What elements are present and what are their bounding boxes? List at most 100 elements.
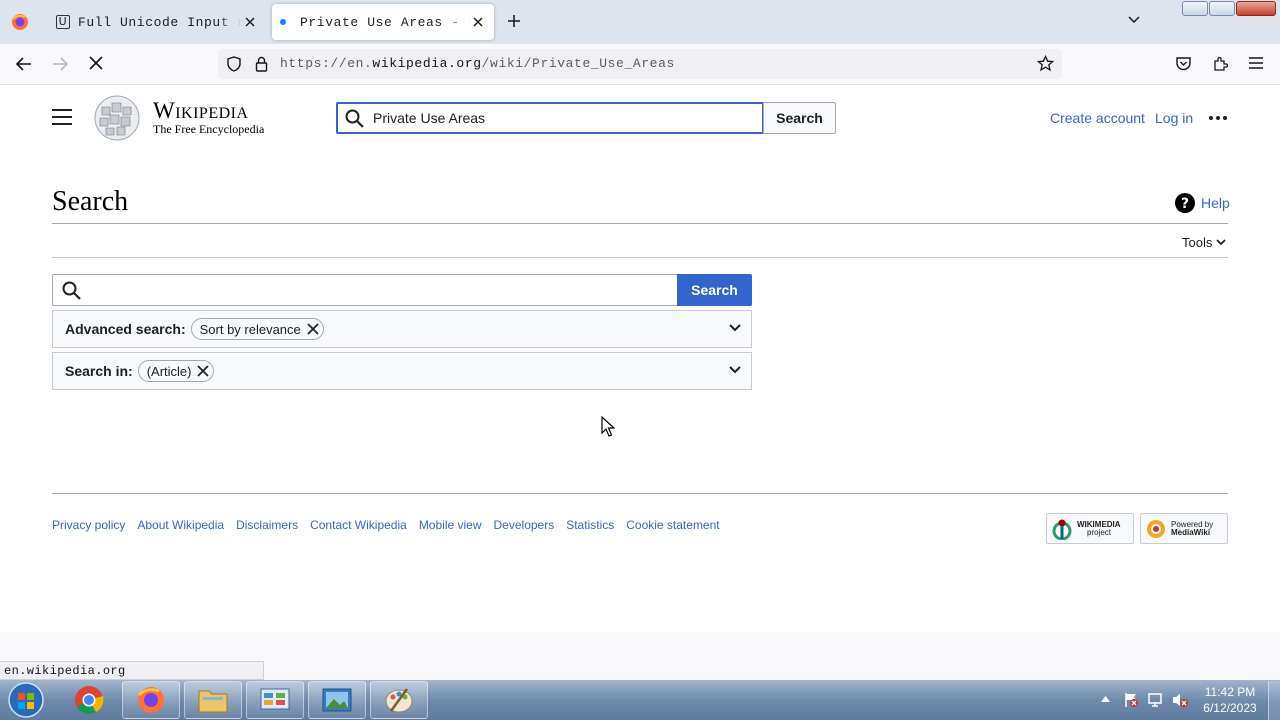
search-icon [345,109,364,128]
sort-chip: Sort by relevance [190,318,324,340]
namespace-chip-label: (Article) [146,363,192,379]
network-icon[interactable] [1147,692,1163,708]
window-controls [1182,1,1276,16]
svg-text:?: ? [1181,196,1189,212]
footer-link-developers[interactable]: Developers [494,518,555,532]
tab-private-use-areas[interactable]: Private Use Areas - Wikipedia [272,4,494,40]
clock-time: 11:42 PM [1204,685,1256,699]
pocket-icon[interactable] [1175,56,1192,72]
close-window-button[interactable] [1236,1,1276,16]
search-input[interactable] [52,274,678,306]
show-hidden-icons-icon[interactable] [1101,696,1110,702]
header-search-button[interactable]: Search [763,102,836,134]
create-account-link[interactable]: Create account [1050,110,1145,126]
title-divider [52,223,1228,224]
back-arrow-icon[interactable] [15,56,32,72]
url-bar[interactable]: https://en.wikipedia.org/wiki/Private_Us… [218,49,1062,79]
mouse-cursor-icon [601,416,615,438]
close-tab-icon[interactable] [470,14,486,30]
taskbar-control-panel[interactable] [246,681,304,719]
photo-viewer-icon [322,688,352,712]
forward-arrow-icon[interactable] [52,56,69,72]
clock-date: 6/12/2023 [1203,701,1257,715]
footer-link-mobile-view[interactable]: Mobile view [419,518,482,532]
system-clock[interactable]: 11:42 PM 6/12/2023 [1196,684,1264,716]
help-link[interactable]: ? Help [1175,193,1230,213]
paint-palette-icon [385,688,413,713]
mediawiki-flower-icon [1147,519,1165,538]
search-in-panel[interactable]: Search in: (Article) [52,352,752,390]
advanced-search-label: Advanced search: [65,321,186,337]
action-center-flag-icon[interactable] [1123,692,1139,708]
wikipedia-wordmark[interactable]: Wikipedia [153,98,249,124]
search-in-label: Search in: [65,363,133,379]
list-tabs-icon[interactable] [1128,16,1140,24]
main-menu-icon[interactable] [52,108,72,126]
remove-chip-icon[interactable] [197,365,210,377]
control-panel-icon [260,688,290,710]
tab-label: Private Use Areas - Wikipedia [300,14,470,30]
namespace-chip: (Article) [137,360,215,382]
remove-chip-icon[interactable] [307,323,319,335]
tab-full-unicode-input[interactable]: U Full Unicode Input utility [48,4,266,40]
folder-icon [198,690,228,713]
start-button[interactable] [6,681,46,719]
tools-menu[interactable]: Tools [1182,235,1226,250]
page-title: Search [52,186,129,217]
help-question-icon: ? [1175,193,1195,213]
app-menu-icon[interactable] [1249,57,1263,69]
unicode-favicon-icon: U [56,15,70,29]
taskbar-file-explorer[interactable] [184,681,242,719]
search-icon [62,281,81,300]
powered-by-mediawiki-badge[interactable]: Powered by MediaWiki [1140,513,1228,544]
advanced-search-panel[interactable]: Advanced search: Sort by relevance [52,310,752,348]
loading-dot-icon [280,19,286,25]
help-label: Help [1201,195,1230,211]
show-desktop-button[interactable] [1268,681,1280,720]
footer-links: Privacy policy About Wikipedia Disclaime… [52,518,720,532]
navigation-bar: https://en.wikipedia.org/wiki/Private_Us… [0,44,1280,85]
badge-text: MediaWiki [1171,527,1211,537]
minimize-button[interactable] [1182,1,1208,16]
wikipedia-globe-logo[interactable] [92,95,142,141]
footer-link-contact-wikipedia[interactable]: Contact Wikipedia [310,518,407,532]
taskbar-chrome[interactable] [60,681,118,719]
stop-loading-icon[interactable] [89,56,103,70]
footer-link-cookie-statement[interactable]: Cookie statement [626,518,719,532]
more-options-icon[interactable] [1209,116,1227,120]
bookmark-star-icon[interactable] [1037,55,1054,72]
maximize-button[interactable] [1209,1,1235,16]
header-search-value: Private Use Areas [373,110,486,126]
chevron-down-icon [1216,239,1226,246]
taskbar-photo-viewer[interactable] [308,681,366,719]
header-search-input[interactable]: Private Use Areas [336,102,764,134]
tab-label: Full Unicode Input utility [78,14,242,30]
taskbar-firefox[interactable] [122,681,180,719]
lock-icon[interactable] [255,56,268,72]
firefox-menu-icon[interactable] [10,12,30,32]
tracking-protection-shield-icon[interactable] [226,56,242,72]
log-in-link[interactable]: Log in [1155,110,1193,126]
footer-link-disclaimers[interactable]: Disclaimers [236,518,298,532]
search-button[interactable]: Search [677,274,752,306]
new-tab-icon[interactable] [507,14,521,28]
firefox-icon [137,687,164,713]
footer-link-about-wikipedia[interactable]: About Wikipedia [137,518,224,532]
chevron-down-icon[interactable] [729,324,741,332]
close-tab-icon[interactable] [242,14,258,30]
taskbar-paint[interactable] [370,681,428,719]
status-url-tooltip: en.wikipedia.org [0,661,264,680]
url-text: https://en.wikipedia.org/wiki/Private_Us… [280,56,675,71]
badge-text: project [1087,527,1112,537]
wikipedia-tagline: The Free Encyclopedia [153,122,265,136]
wikimedia-logo-icon [1052,519,1072,540]
tab-strip: U Full Unicode Input utility Private Use… [0,0,1280,44]
extensions-icon[interactable] [1212,56,1228,72]
footer-link-privacy-policy[interactable]: Privacy policy [52,518,125,532]
chrome-icon [75,686,104,714]
tools-divider [52,257,1228,258]
wikimedia-project-badge[interactable]: WIKIMEDIA project [1046,513,1134,544]
chevron-down-icon[interactable] [729,366,741,374]
footer-link-statistics[interactable]: Statistics [566,518,614,532]
volume-muted-icon[interactable] [1171,692,1189,708]
